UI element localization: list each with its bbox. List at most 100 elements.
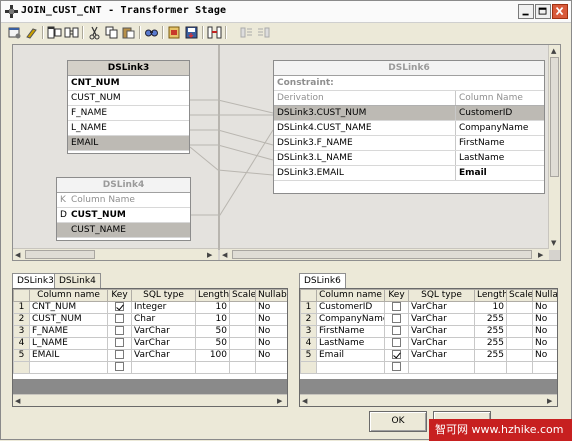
maximize-button[interactable]	[535, 4, 551, 19]
nullable-header[interactable]: Nullab	[532, 289, 557, 302]
table-row[interactable]: 4 LastName VarChar 255 No	[300, 337, 557, 350]
column-name-cell[interactable]: Email	[316, 349, 385, 362]
scale-cell[interactable]	[229, 325, 256, 338]
link-column-row[interactable]: CNT_NUM	[68, 76, 189, 91]
scale-cell[interactable]	[506, 301, 533, 314]
key-checkbox[interactable]	[392, 362, 401, 371]
scale-header[interactable]: Scale	[229, 289, 256, 302]
scale-cell[interactable]	[506, 325, 533, 338]
output-link-order-button[interactable]	[256, 25, 271, 40]
column-name-header[interactable]: Column name	[316, 289, 385, 302]
key-checkbox[interactable]	[392, 302, 401, 311]
column-name-cell[interactable]: CustomerID	[316, 301, 385, 314]
length-header[interactable]: Length	[195, 289, 230, 302]
scale-cell[interactable]	[229, 301, 256, 314]
length-cell[interactable]	[474, 361, 507, 374]
length-cell[interactable]: 255	[474, 325, 507, 338]
column-name-cell[interactable]: LastName	[316, 337, 385, 350]
tab-dslink3[interactable]: DSLink3	[12, 273, 59, 288]
column-name-header[interactable]: Column name	[29, 289, 108, 302]
table-row[interactable]: 3 FirstName VarChar 255 No	[300, 325, 557, 338]
sql-type-cell[interactable]: Char	[131, 313, 196, 326]
scroll-left-icon[interactable]: ◀	[15, 250, 20, 260]
key-checkbox[interactable]	[115, 338, 124, 347]
nullable-cell[interactable]: No	[255, 337, 287, 350]
table-row[interactable]: 5 EMAIL VarChar 100 No	[13, 349, 287, 362]
nullable-cell[interactable]: No	[532, 349, 557, 362]
scale-cell[interactable]	[506, 361, 533, 374]
scale-cell[interactable]	[229, 349, 256, 362]
scale-header[interactable]: Scale	[506, 289, 533, 302]
key-cell[interactable]	[107, 361, 132, 374]
scale-cell[interactable]	[229, 337, 256, 350]
row-number[interactable]	[300, 361, 317, 374]
key-checkbox[interactable]	[115, 326, 124, 335]
column-name-cell[interactable]	[316, 361, 385, 374]
row-number[interactable]: 3	[13, 325, 30, 338]
right-pane-horizontal-scrollbar[interactable]: ◀ ▶	[220, 248, 549, 260]
constraint-row[interactable]: Constraint:	[274, 76, 544, 91]
row-number[interactable]: 4	[300, 337, 317, 350]
nullable-cell[interactable]: No	[255, 313, 287, 326]
key-header[interactable]: Key	[107, 289, 132, 302]
scale-cell[interactable]	[506, 349, 533, 362]
link-column-row[interactable]: L_NAME	[68, 121, 189, 136]
scrollbar-thumb[interactable]	[232, 250, 532, 259]
link-column-row[interactable]: D CUST_NUM	[57, 208, 190, 223]
key-checkbox[interactable]	[392, 338, 401, 347]
column-name-cell[interactable]: FirstName	[316, 325, 385, 338]
canvas-vertical-scrollbar[interactable]: ▲ ▼	[548, 45, 560, 250]
table-row[interactable]: 4 L_NAME VarChar 50 No	[13, 337, 287, 350]
nullable-cell[interactable]: No	[255, 301, 287, 314]
sql-type-cell[interactable]: VarChar	[131, 325, 196, 338]
table-row[interactable]: 3 F_NAME VarChar 50 No	[13, 325, 287, 338]
column-name-cell[interactable]: CNT_NUM	[29, 301, 108, 314]
row-number[interactable]: 2	[300, 313, 317, 326]
key-cell[interactable]	[384, 349, 409, 362]
scroll-right-icon[interactable]: ▶	[547, 396, 552, 406]
stage-properties-button[interactable]	[7, 25, 22, 40]
row-number[interactable]: 5	[300, 349, 317, 362]
nullable-cell[interactable]: No	[532, 337, 557, 350]
length-cell[interactable]: 255	[474, 337, 507, 350]
length-cell[interactable]: 100	[195, 349, 230, 362]
column-name-cell[interactable]: CUST_NUM	[29, 313, 108, 326]
sql-type-cell[interactable]	[131, 361, 196, 374]
table-row[interactable]: 5 Email VarChar 255 No	[300, 349, 557, 362]
sql-type-cell[interactable]	[408, 361, 475, 374]
scroll-right-icon[interactable]: ▶	[277, 396, 282, 406]
length-cell[interactable]: 10	[474, 301, 507, 314]
scroll-left-icon[interactable]: ◀	[15, 396, 20, 406]
link-column-row[interactable]: CUST_NAME	[57, 223, 190, 238]
row-number[interactable]: 3	[300, 325, 317, 338]
load-button[interactable]	[167, 25, 182, 40]
row-number[interactable]: 2	[13, 313, 30, 326]
input-grid-horizontal-scrollbar[interactable]: ◀ ▶	[13, 394, 287, 406]
input-link-order-button[interactable]	[239, 25, 254, 40]
scroll-up-icon[interactable]: ▲	[551, 46, 556, 56]
length-cell[interactable]: 10	[195, 301, 230, 314]
column-name-cell[interactable]	[29, 361, 108, 374]
length-cell[interactable]: 50	[195, 337, 230, 350]
sql-type-cell[interactable]: VarChar	[131, 349, 196, 362]
key-cell[interactable]	[107, 301, 132, 314]
sql-type-header[interactable]: SQL type	[408, 289, 475, 302]
key-checkbox[interactable]	[115, 362, 124, 371]
copy-button[interactable]	[104, 25, 119, 40]
row-number[interactable]	[13, 361, 30, 374]
nullable-cell[interactable]	[255, 361, 287, 374]
constraints-button[interactable]	[24, 25, 39, 40]
key-cell[interactable]	[384, 313, 409, 326]
derivation-row[interactable]: DSLink3.EMAIL Email	[274, 166, 544, 181]
nullable-cell[interactable]: No	[532, 301, 557, 314]
nullable-cell[interactable]: No	[255, 325, 287, 338]
row-number[interactable]: 1	[13, 301, 30, 314]
key-cell[interactable]	[107, 349, 132, 362]
left-pane-horizontal-scrollbar[interactable]: ◀ ▶	[13, 248, 218, 260]
nullable-cell[interactable]	[532, 361, 557, 374]
derivation-row[interactable]: DSLink3.L_NAME LastName	[274, 151, 544, 166]
output-grid-horizontal-scrollbar[interactable]: ◀ ▶	[300, 394, 557, 406]
sql-type-cell[interactable]: Integer	[131, 301, 196, 314]
close-button[interactable]	[552, 4, 568, 19]
sql-type-cell[interactable]: VarChar	[408, 325, 475, 338]
